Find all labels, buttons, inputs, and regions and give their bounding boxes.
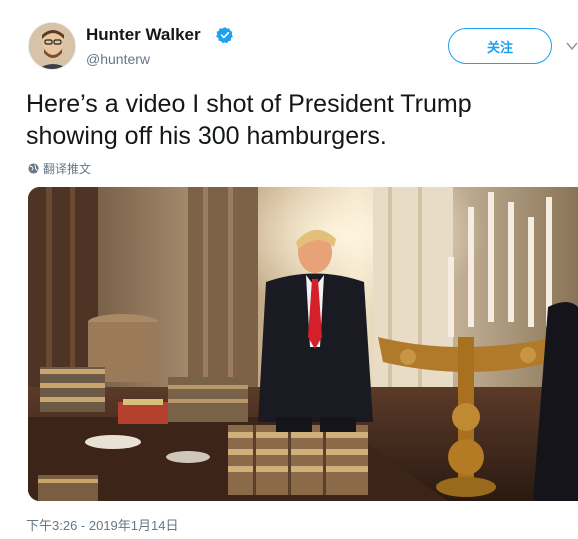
timestamp[interactable]: 下午3:26 - 2019年1月14日 xyxy=(26,515,178,534)
follow-button[interactable]: 关注 xyxy=(448,28,552,64)
display-name[interactable]: Hunter Walker xyxy=(86,25,201,45)
avatar[interactable] xyxy=(28,22,76,70)
tweet-text: Here’s a video I shot of President Trump… xyxy=(26,90,472,150)
handle[interactable]: @hunterw xyxy=(86,51,150,67)
verified-badge-icon xyxy=(216,27,233,44)
globe-icon xyxy=(28,162,39,174)
translate-tweet-link[interactable]: 翻译推文 xyxy=(28,160,91,176)
chevron-down-icon[interactable] xyxy=(566,40,578,52)
translate-label: 翻译推文 xyxy=(43,161,92,176)
tweet-video[interactable] xyxy=(28,187,578,501)
